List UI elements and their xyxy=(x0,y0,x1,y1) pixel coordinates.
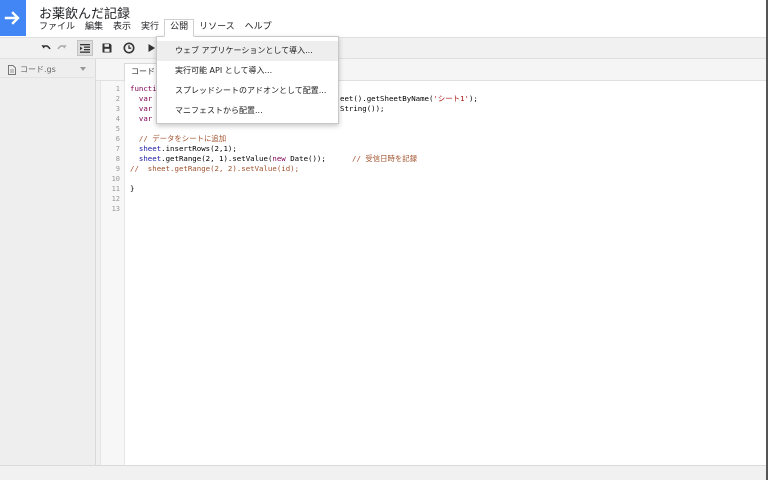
menu-resources[interactable]: リソース xyxy=(194,19,240,36)
code-token: var xyxy=(130,104,153,113)
file-icon xyxy=(8,64,16,75)
code-line-7[interactable]: sheet.insertRows(2,1); xyxy=(130,144,237,154)
menubar: ファイル 編集 表示 実行 公開 リソース ヘルプ xyxy=(34,19,277,37)
redo-button[interactable] xyxy=(54,40,70,56)
code-line-1[interactable]: functi xyxy=(130,84,157,94)
code-line-9[interactable]: // sheet.getRange(2, 2).setValue(id); xyxy=(130,164,299,174)
menu-edit[interactable]: 編集 xyxy=(80,19,108,36)
code-token: eet().getSheetByName( xyxy=(340,94,434,103)
apps-script-arrow-icon xyxy=(4,11,20,25)
menu-file[interactable]: ファイル xyxy=(34,19,80,36)
line-number: 9 xyxy=(115,165,120,173)
indent-icon xyxy=(80,44,90,53)
file-sidebar: コード.gs xyxy=(0,59,96,465)
line-number: 11 xyxy=(111,185,120,193)
code-line-3[interactable]: var xyxy=(130,104,152,114)
menu-view[interactable]: 表示 xyxy=(108,19,136,36)
code-token: String()); xyxy=(340,104,385,113)
redo-icon xyxy=(57,45,67,50)
line-number: 5 xyxy=(115,125,120,133)
code-line-4[interactable]: var xyxy=(130,114,152,124)
menu-item-deploy-api-executable[interactable]: 実行可能 API として導入... xyxy=(157,61,338,81)
line-number: 10 xyxy=(111,175,120,183)
menu-help[interactable]: ヘルプ xyxy=(240,19,277,36)
toolbar xyxy=(0,37,768,59)
status-bar xyxy=(0,465,768,480)
line-number: 8 xyxy=(115,155,120,163)
code-token: var xyxy=(130,114,153,123)
line-number: 12 xyxy=(111,195,120,203)
code-line-2-tail[interactable]: eet().getSheetByName('シート1'); xyxy=(340,94,478,104)
menu-publish[interactable]: 公開 xyxy=(164,19,195,37)
app-header: お薬飲んだ記録 ファイル 編集 表示 実行 公開 リソース ヘルプ xyxy=(0,0,768,37)
menu-item-deploy-sheets-addon[interactable]: スプレッドシートのアドオンとして配置... xyxy=(157,81,338,101)
publish-dropdown-menu: ウェブ アプリケーションとして導入... 実行可能 API として導入... ス… xyxy=(156,36,339,124)
file-list-item[interactable]: コード.gs xyxy=(0,62,96,78)
code-token: .getRange(2, 1).setValue( xyxy=(161,154,273,163)
save-button[interactable] xyxy=(99,40,115,56)
undo-icon xyxy=(41,45,51,50)
code-token: .insertRows(2,1); xyxy=(161,144,237,153)
code-line-3-tail[interactable]: String()); xyxy=(340,104,385,114)
code-token: var xyxy=(130,94,153,103)
code-token: sheet xyxy=(130,154,162,163)
code-token: ); xyxy=(468,94,478,103)
line-number: 2 xyxy=(115,95,120,103)
triggers-icon xyxy=(123,42,135,54)
line-number: 4 xyxy=(115,115,120,123)
line-number: 13 xyxy=(111,205,120,213)
file-name: コード.gs xyxy=(20,65,56,74)
line-number: 3 xyxy=(115,105,120,113)
line-number-gutter: 1 2 3 4 5 6 7 8 9 10 11 12 13 xyxy=(101,81,125,465)
apps-script-logo[interactable] xyxy=(0,0,26,36)
menu-run[interactable]: 実行 xyxy=(136,19,164,36)
code-line-11[interactable]: } xyxy=(130,184,134,194)
code-string: 'シート1' xyxy=(433,94,469,103)
code-line-8[interactable]: sheet.getRange(2, 1).setValue(new Date()… xyxy=(130,154,326,164)
line-number: 7 xyxy=(115,145,120,153)
code-keyword: new xyxy=(272,154,286,163)
menu-item-deploy-web-app[interactable]: ウェブ アプリケーションとして導入... xyxy=(157,41,338,61)
code-token: Date()); xyxy=(285,154,326,163)
save-icon xyxy=(102,43,112,53)
code-line-6[interactable]: // データをシートに追加 xyxy=(130,134,226,144)
undo-button[interactable] xyxy=(38,40,54,56)
code-token: functi xyxy=(130,84,157,93)
indent-button[interactable] xyxy=(77,40,93,56)
code-token: sheet xyxy=(130,144,162,153)
code-line-2[interactable]: var xyxy=(130,94,152,104)
triggers-button[interactable] xyxy=(121,40,137,56)
line-number: 6 xyxy=(115,135,120,143)
menu-item-deploy-from-manifest[interactable]: マニフェストから配置... xyxy=(157,101,338,121)
file-menu-caret-icon[interactable] xyxy=(80,67,86,71)
code-line-8-comment[interactable]: // 受信日時を記録 xyxy=(352,154,417,164)
line-number: 1 xyxy=(115,85,120,93)
